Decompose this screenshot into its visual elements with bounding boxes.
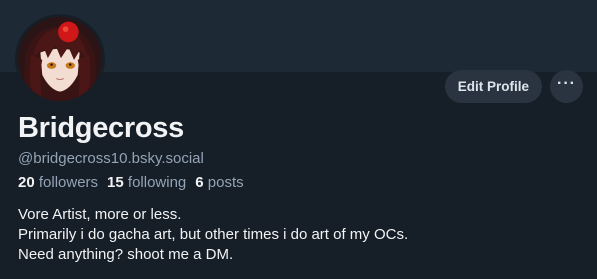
profile-handle: @bridgecross10.bsky.social	[18, 150, 204, 167]
bio-line: Primarily i do gacha art, but other time…	[18, 226, 409, 243]
following-link[interactable]: 15 following	[107, 174, 186, 191]
followers-label: followers	[38, 174, 99, 191]
profile-bio: Vore Artist, more or less. Primarily i d…	[18, 205, 408, 265]
followers-count: 20	[18, 174, 35, 191]
posts-label: posts	[207, 174, 244, 191]
profile-page: Edit Profile ··· Bridgecross @bridgecros…	[0, 0, 597, 279]
bio-line: Need anything? shoot me a DM.	[18, 246, 234, 263]
profile-stats: 20 followers 15 following 6 posts	[18, 174, 244, 191]
bio-line: Vore Artist, more or less.	[18, 206, 182, 223]
posts-count: 6	[195, 174, 204, 191]
following-count: 15	[107, 174, 124, 191]
posts-stat: 6 posts	[195, 174, 243, 191]
followers-link[interactable]: 20 followers	[18, 174, 98, 191]
avatar[interactable]	[15, 14, 105, 104]
display-name: Bridgecross	[18, 112, 184, 144]
edit-profile-button[interactable]: Edit Profile	[444, 70, 542, 103]
ellipsis-icon: ···	[557, 74, 576, 92]
avatar-image	[18, 17, 102, 101]
more-options-button[interactable]: ···	[550, 70, 583, 103]
following-label: following	[127, 174, 187, 191]
profile-actions: Edit Profile ···	[444, 70, 583, 103]
